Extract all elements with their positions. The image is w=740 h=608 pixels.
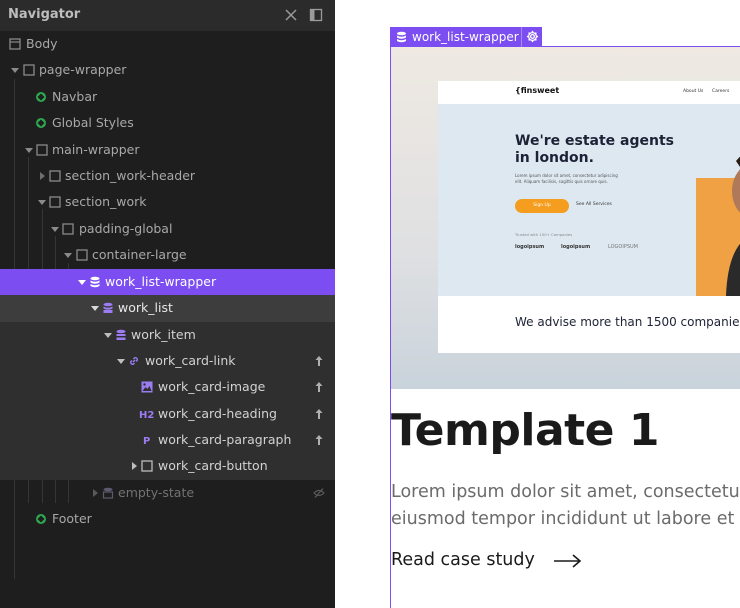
binding-icon[interactable] [313,434,325,446]
binding-icon[interactable] [313,355,325,367]
tree-row-section-work[interactable]: section_work [0,189,335,216]
tree-row-global-styles[interactable]: Global Styles [0,110,335,137]
chevron-down-icon[interactable] [11,66,19,74]
chevron-down-icon[interactable] [117,357,125,365]
tree-row-body[interactable]: Body [0,31,335,58]
heading-icon: H2 [139,410,154,420]
selection-badge[interactable]: work_list-wrapper [390,27,542,47]
svg-text:H2: H2 [139,410,154,420]
navigator-tree: Body page-wrapper Navbar Global Styles m… [0,31,335,608]
tree-row-label: work_list-wrapper [105,274,217,289]
navigator-panel: Navigator Body page-wrapper Navbar Globa… [0,0,335,608]
dock-panel-icon[interactable] [309,8,323,22]
tree-row-label: section_work [65,194,147,209]
collection-list-icon [90,276,100,288]
chevron-down-icon[interactable] [91,304,99,312]
svg-text:P: P [143,436,150,446]
tree-row-main-wrapper[interactable]: main-wrapper [0,137,335,164]
tree-row-work-card-link[interactable]: work_card-link [0,348,335,375]
tree-row-label: work_card-paragraph [158,432,292,447]
navigator-header: Navigator [0,0,335,31]
gear-icon [526,30,539,43]
chevron-down-icon[interactable] [78,278,86,286]
tree-row-label: work_item [131,327,196,342]
component-icon [36,118,46,128]
collection-list-icon [397,31,406,43]
hidden-eye-icon[interactable] [313,487,325,499]
collection-item-icon [116,329,126,340]
chevron-down-icon[interactable] [51,225,59,233]
div-block-icon [141,460,153,472]
tree-row-work-list[interactable]: work_list [0,295,335,322]
tree-row-label: Global Styles [52,115,134,130]
tree-row-work-list-wrapper[interactable]: work_list-wrapper [0,269,335,296]
binding-icon[interactable] [313,408,325,420]
tree-row-footer[interactable]: Footer [0,506,335,533]
tree-row-empty-state[interactable]: empty-state [0,480,335,507]
tree-row-label: main-wrapper [52,142,140,157]
selection-outline [390,46,740,608]
selection-badge-label: work_list-wrapper [412,30,519,44]
tree-row-label: work_card-image [158,379,266,394]
designer-canvas[interactable]: {finsweet About Us Careers We're estate … [335,0,740,608]
tree-row-work-item[interactable]: work_item [0,322,335,349]
image-icon [141,381,153,393]
navigator-title: Navigator [8,7,81,22]
chevron-right-icon[interactable] [91,489,99,497]
tree-row-work-card-heading[interactable]: H2 work_card-heading [0,401,335,428]
collection-list-icon [103,302,113,313]
chevron-right-icon[interactable] [130,462,138,470]
tree-row-label: work_card-link [145,353,236,368]
element-settings-button[interactable] [521,27,542,47]
tree-row-page-wrapper[interactable]: page-wrapper [0,57,335,84]
chevron-down-icon[interactable] [104,331,112,339]
tree-row-navbar[interactable]: Navbar [0,84,335,111]
component-icon [36,514,46,524]
tree-row-label: padding-global [79,221,173,236]
link-icon [130,357,138,365]
tree-row-label: Navbar [52,89,98,104]
tree-row-label: work_list [118,300,173,315]
tree-row-container-large[interactable]: container-large [0,242,335,269]
tree-row-label: Footer [52,511,92,526]
tree-row-work-card-button[interactable]: work_card-button [0,453,335,480]
section-icon [49,196,61,208]
tree-row-work-card-image[interactable]: work_card-image [0,374,335,401]
component-icon [36,92,46,102]
tree-row-label: Body [26,36,58,51]
collapse-all-icon[interactable] [284,8,298,22]
chevron-right-icon[interactable] [38,172,46,180]
chevron-down-icon[interactable] [25,146,33,154]
tree-row-padding-global[interactable]: padding-global [0,216,335,243]
paragraph-icon: P [143,436,150,446]
binding-icon[interactable] [313,381,325,393]
div-block-icon [62,223,74,235]
tree-row-work-card-paragraph[interactable]: P work_card-paragraph [0,427,335,454]
tree-row-label: work_card-heading [158,406,277,421]
tree-row-label: section_work-header [65,168,196,183]
empty-state-icon [102,487,114,499]
tree-row-label: page-wrapper [39,62,127,77]
chevron-down-icon[interactable] [38,198,46,206]
tree-row-label: container-large [92,247,187,262]
chevron-down-icon[interactable] [64,251,72,259]
div-block-icon [23,64,35,76]
tree-row-label: work_card-button [158,458,268,473]
div-block-icon [76,249,88,261]
body-icon [9,38,21,50]
tree-row-section-work-header[interactable]: section_work-header [0,163,335,190]
section-icon [49,170,61,182]
div-block-icon [36,144,48,156]
tree-row-label: empty-state [118,485,195,500]
